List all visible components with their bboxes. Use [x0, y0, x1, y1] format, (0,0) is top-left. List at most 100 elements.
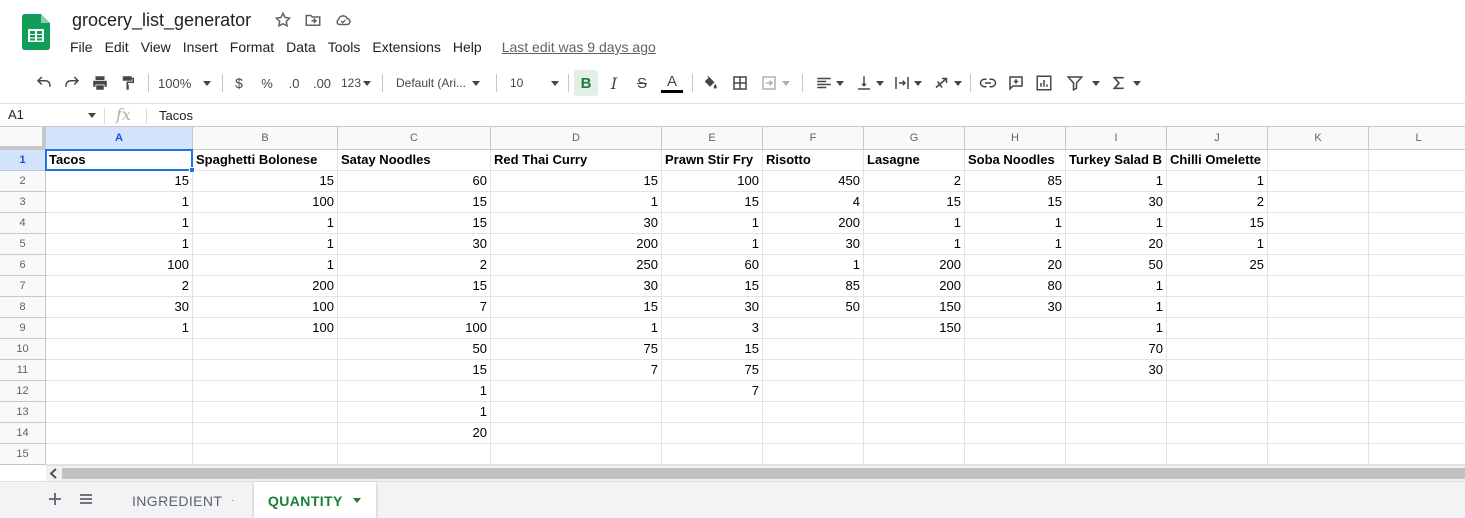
grid-cell[interactable] — [193, 423, 338, 444]
grid-cell[interactable] — [965, 381, 1066, 402]
grid-cell[interactable] — [662, 444, 763, 465]
vertical-align-button[interactable] — [852, 70, 886, 96]
text-rotation-button[interactable] — [930, 70, 964, 96]
grid-cell[interactable]: 15 — [491, 297, 662, 318]
select-all-corner[interactable] — [0, 127, 46, 150]
grid-cell[interactable] — [965, 423, 1066, 444]
grid-cell[interactable] — [193, 402, 338, 423]
grid-cell[interactable]: 15 — [662, 276, 763, 297]
grid-cell[interactable] — [864, 402, 965, 423]
grid-cell[interactable]: 30 — [46, 297, 193, 318]
menu-format[interactable]: Format — [224, 39, 280, 55]
grid-cell[interactable]: 1 — [864, 234, 965, 255]
grid-cell[interactable]: 1 — [1066, 171, 1167, 192]
grid-cell[interactable]: 15 — [662, 339, 763, 360]
header-cell[interactable]: Tacos — [46, 150, 193, 171]
grid-cell[interactable]: 7 — [338, 297, 491, 318]
grid-cell[interactable]: 15 — [46, 171, 193, 192]
grid-cell[interactable]: 150 — [864, 318, 965, 339]
row-header-12[interactable]: 12 — [0, 381, 46, 402]
scroll-left-icon[interactable] — [49, 468, 59, 479]
grid-cell[interactable]: 15 — [491, 171, 662, 192]
grid-cell[interactable] — [1268, 402, 1369, 423]
grid-cell[interactable]: 15 — [338, 213, 491, 234]
grid-cell[interactable] — [763, 381, 864, 402]
header-cell[interactable]: Risotto — [763, 150, 864, 171]
last-edit-link[interactable]: Last edit was 9 days ago — [502, 39, 656, 55]
chevron-down-icon[interactable] — [232, 498, 234, 503]
grid-cell[interactable]: 1 — [46, 213, 193, 234]
grid-cell[interactable] — [1066, 444, 1167, 465]
menu-extensions[interactable]: Extensions — [366, 39, 446, 55]
grid-cell[interactable] — [763, 339, 864, 360]
header-cell[interactable]: Chilli Omelette — [1167, 150, 1268, 171]
grid-cell[interactable]: 1 — [1066, 318, 1167, 339]
grid-cell[interactable] — [193, 339, 338, 360]
grid-cell[interactable] — [1268, 297, 1369, 318]
grid-cell[interactable]: 50 — [338, 339, 491, 360]
grid-cell[interactable]: 100 — [46, 255, 193, 276]
grid-cell[interactable]: 30 — [763, 234, 864, 255]
document-title[interactable]: grocery_list_generator — [72, 10, 251, 31]
grid-cell[interactable]: 1 — [338, 402, 491, 423]
grid-cell[interactable]: 30 — [1066, 192, 1167, 213]
grid-cell[interactable] — [1268, 255, 1369, 276]
row-header-1[interactable]: 1 — [0, 150, 46, 171]
grid-cell[interactable] — [338, 444, 491, 465]
grid-cell[interactable] — [1268, 276, 1369, 297]
zoom-select[interactable]: 100% — [158, 70, 214, 96]
grid-cell[interactable]: 200 — [763, 213, 864, 234]
column-header-a[interactable]: A — [46, 127, 193, 150]
grid-cell[interactable] — [193, 360, 338, 381]
spreadsheet-grid[interactable]: A B C D E F G H I J K L 1 Tacos Spaghetti Bolonese Sata… — [0, 127, 1465, 465]
grid-cell[interactable]: 15 — [864, 192, 965, 213]
grid-cell[interactable]: 2 — [338, 255, 491, 276]
grid-cell[interactable] — [1268, 318, 1369, 339]
grid-cell[interactable]: 250 — [491, 255, 662, 276]
header-cell[interactable] — [1369, 150, 1465, 171]
grid-cell[interactable] — [864, 444, 965, 465]
grid-cell[interactable]: 100 — [193, 297, 338, 318]
menu-file[interactable]: File — [64, 39, 99, 55]
grid-cell[interactable]: 2 — [1167, 192, 1268, 213]
column-header-b[interactable]: B — [193, 127, 338, 150]
grid-cell[interactable]: 20 — [965, 255, 1066, 276]
grid-cell[interactable] — [1066, 402, 1167, 423]
grid-cell[interactable]: 7 — [662, 381, 763, 402]
grid-cell[interactable]: 7 — [491, 360, 662, 381]
grid-cell[interactable]: 100 — [662, 171, 763, 192]
functions-button[interactable] — [1110, 70, 1142, 96]
grid-cell[interactable]: 25 — [1167, 255, 1268, 276]
grid-cell[interactable]: 200 — [864, 276, 965, 297]
row-header-10[interactable]: 10 — [0, 339, 46, 360]
menu-data[interactable]: Data — [280, 39, 322, 55]
grid-cell[interactable]: 80 — [965, 276, 1066, 297]
grid-cell[interactable]: 1 — [1167, 234, 1268, 255]
column-header-d[interactable]: D — [491, 127, 662, 150]
grid-cell[interactable] — [763, 402, 864, 423]
grid-cell[interactable]: 85 — [763, 276, 864, 297]
grid-cell[interactable]: 1 — [193, 255, 338, 276]
grid-cell[interactable]: 30 — [965, 297, 1066, 318]
grid-cell[interactable]: 1 — [965, 234, 1066, 255]
grid-cell[interactable]: 15 — [1167, 213, 1268, 234]
grid-cell[interactable] — [1167, 276, 1268, 297]
grid-cell[interactable]: 1 — [193, 213, 338, 234]
grid-cell[interactable] — [491, 444, 662, 465]
italic-button[interactable]: I — [604, 70, 624, 96]
menu-tools[interactable]: Tools — [322, 39, 367, 55]
insert-chart-button[interactable] — [1034, 70, 1054, 96]
grid-cell[interactable]: 1 — [46, 192, 193, 213]
header-cell[interactable]: Turkey Salad B — [1066, 150, 1167, 171]
grid-cell[interactable] — [1268, 234, 1369, 255]
header-cell[interactable]: Lasagne — [864, 150, 965, 171]
grid-cell[interactable]: 1 — [1066, 297, 1167, 318]
grid-cell[interactable] — [46, 423, 193, 444]
grid-cell[interactable] — [46, 360, 193, 381]
header-cell[interactable] — [1268, 150, 1369, 171]
grid-cell[interactable] — [1167, 423, 1268, 444]
grid-cell[interactable] — [1369, 255, 1465, 276]
column-header-l[interactable]: L — [1369, 127, 1465, 150]
grid-cell[interactable]: 1 — [1167, 171, 1268, 192]
header-cell[interactable]: Prawn Stir Fry — [662, 150, 763, 171]
